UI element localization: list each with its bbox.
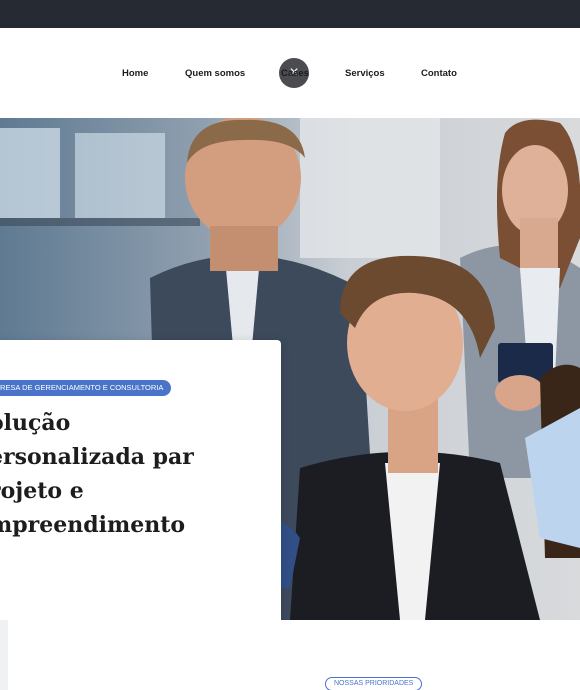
nav-link-cases[interactable]: Cases bbox=[281, 68, 309, 79]
hero-card: RESA DE GERENCIAMENTO E CONSULTORIA oluç… bbox=[0, 340, 281, 620]
section-edge bbox=[0, 620, 8, 690]
nav-link-quem-somos[interactable]: Quem somos bbox=[185, 68, 245, 79]
priorities-section: NOSSAS PRIORIDADES bbox=[0, 620, 580, 690]
site-header: × Home Quem somos Cases Serviços Contato bbox=[0, 28, 580, 118]
browser-top-bar bbox=[0, 0, 580, 28]
nav-link-servicos[interactable]: Serviços bbox=[345, 68, 385, 79]
page: × Home Quem somos Cases Serviços Contato bbox=[0, 0, 580, 690]
hero-badge: RESA DE GERENCIAMENTO E CONSULTORIA bbox=[0, 380, 172, 396]
hero-title: olução ersonalizada para rojeto e mpreen… bbox=[0, 410, 194, 538]
nav-link-home[interactable]: Home bbox=[122, 68, 148, 79]
hero-section: RESA DE GERENCIAMENTO E CONSULTORIA oluç… bbox=[0, 118, 580, 620]
main-nav: Home Quem somos Cases Serviços Contato bbox=[0, 68, 580, 84]
nav-link-contato[interactable]: Contato bbox=[421, 68, 457, 79]
section-badge: NOSSAS PRIORIDADES bbox=[325, 677, 423, 690]
